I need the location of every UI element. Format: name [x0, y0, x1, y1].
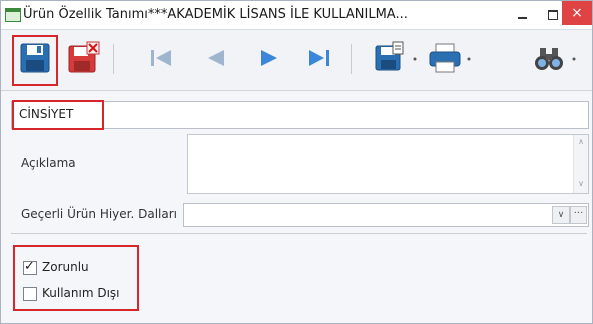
chevron-down-icon[interactable]: ∨	[552, 206, 570, 224]
delete-icon	[68, 41, 100, 73]
next-record-button[interactable]	[251, 40, 287, 76]
first-record-icon	[151, 50, 171, 66]
export-icon	[375, 41, 404, 71]
form-icon	[5, 8, 21, 22]
next-record-icon	[261, 50, 277, 66]
export-dropdown-button[interactable]	[410, 40, 420, 76]
toolbar-separator	[351, 44, 352, 74]
save-highlight	[12, 35, 58, 86]
name-field-highlight	[12, 100, 104, 130]
hierarchy-label: Geçerli Ürün Hiyer. Dalları	[21, 207, 178, 221]
toolbar	[1, 29, 592, 91]
export-button[interactable]	[373, 40, 409, 76]
options-highlight	[13, 245, 139, 311]
dialog-window: Ürün Özellik Tanımı***AKADEMİK LİSANS İL…	[0, 0, 593, 324]
description-scrollbar[interactable]: ∧ ∨	[573, 135, 588, 193]
ellipsis-button[interactable]: ···	[570, 206, 587, 224]
previous-record-button[interactable]	[197, 40, 233, 76]
print-button[interactable]	[427, 40, 463, 76]
window-title: Ürün Özellik Tanımı***AKADEMİK LİSANS İL…	[23, 7, 408, 22]
description-textarea[interactable]: ∧ ∨	[187, 134, 589, 194]
close-button[interactable]: ×	[562, 1, 592, 25]
previous-record-icon	[208, 50, 224, 66]
delete-button[interactable]	[65, 40, 101, 76]
binoculars-icon	[535, 48, 563, 70]
dot-icon	[413, 57, 417, 61]
scroll-up-icon[interactable]: ∧	[576, 137, 586, 146]
toolbar-separator	[113, 44, 114, 74]
find-button[interactable]	[531, 40, 567, 76]
find-dropdown-button[interactable]	[569, 40, 579, 76]
print-icon	[429, 43, 461, 73]
scroll-down-icon[interactable]: ∨	[576, 179, 586, 188]
dot-icon	[572, 57, 576, 61]
last-record-button[interactable]	[301, 40, 337, 76]
last-record-icon	[309, 50, 329, 66]
first-record-button[interactable]	[143, 40, 179, 76]
dot-icon	[467, 57, 471, 61]
title-bar: Ürün Özellik Tanımı***AKADEMİK LİSANS İL…	[1, 1, 592, 29]
section-divider	[11, 233, 587, 234]
hierarchy-combo[interactable]: ∨ ···	[183, 203, 589, 227]
print-dropdown-button[interactable]	[464, 40, 474, 76]
minimize-button[interactable]	[511, 4, 535, 24]
description-label: Açıklama	[21, 156, 76, 170]
